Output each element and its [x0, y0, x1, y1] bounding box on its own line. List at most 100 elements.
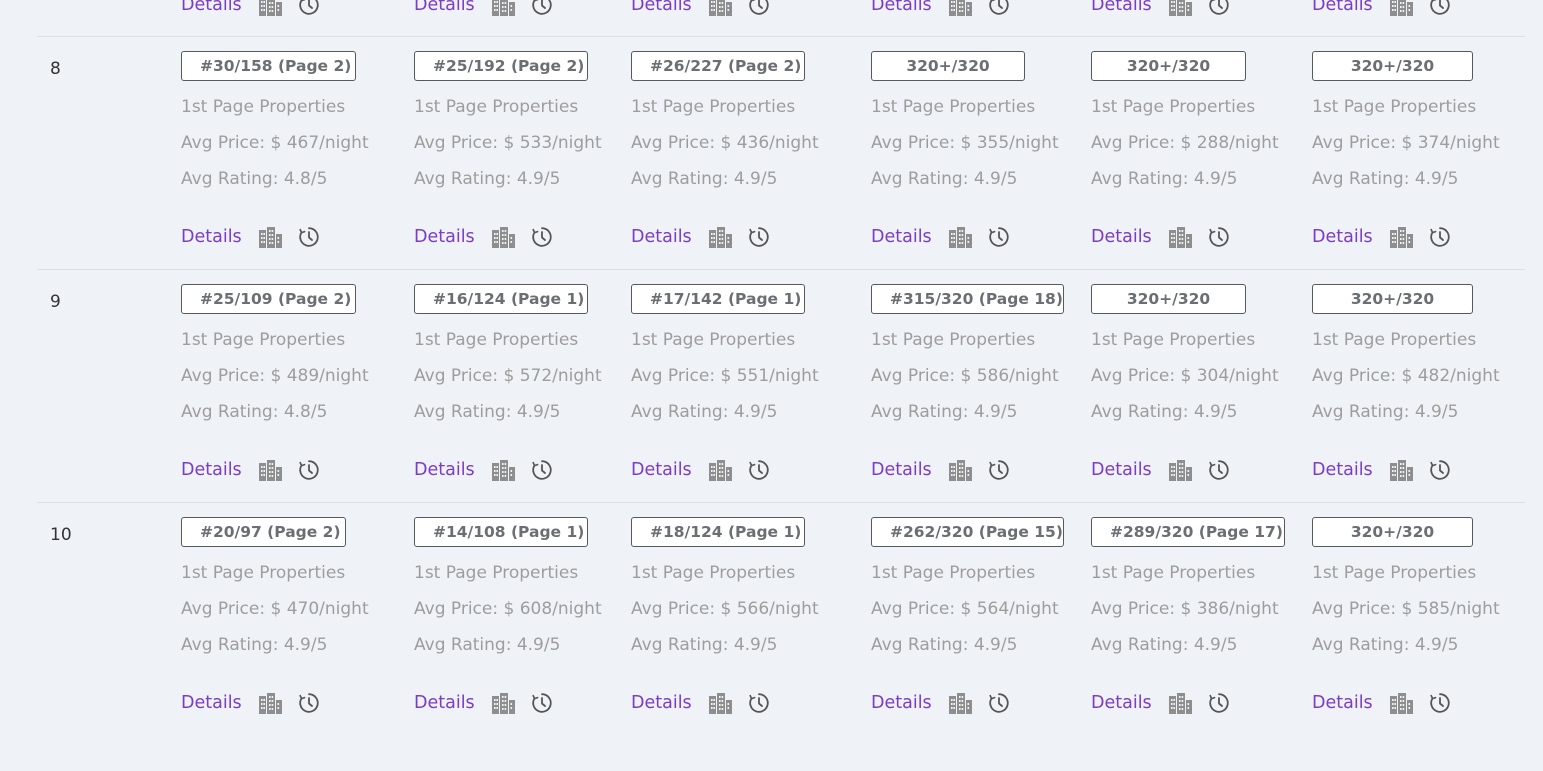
clock-history-icon[interactable] — [1208, 459, 1230, 481]
clock-history-icon[interactable] — [1208, 0, 1230, 16]
rank-position-badge[interactable]: 320+/320 — [871, 51, 1025, 81]
clock-history-icon[interactable] — [988, 0, 1010, 16]
rank-position-badge[interactable]: #18/124 (Page 1) — [631, 517, 805, 547]
building-icon[interactable] — [1168, 226, 1192, 248]
details-link[interactable]: Details — [181, 693, 242, 713]
clock-history-icon[interactable] — [1429, 459, 1451, 481]
first-page-properties-label[interactable]: 1st Page Properties — [181, 563, 345, 583]
building-icon[interactable] — [948, 0, 972, 16]
details-link[interactable]: Details — [414, 460, 475, 480]
building-icon[interactable] — [491, 692, 515, 714]
details-link[interactable]: Details — [414, 0, 475, 15]
clock-history-icon[interactable] — [531, 692, 553, 714]
building-icon[interactable] — [708, 226, 732, 248]
first-page-properties-label[interactable]: 1st Page Properties — [1091, 97, 1255, 117]
building-icon[interactable] — [258, 226, 282, 248]
first-page-properties-label[interactable]: 1st Page Properties — [871, 330, 1035, 350]
building-icon[interactable] — [1168, 0, 1192, 16]
details-link[interactable]: Details — [1091, 460, 1152, 480]
clock-history-icon[interactable] — [748, 226, 770, 248]
clock-history-icon[interactable] — [531, 226, 553, 248]
first-page-properties-label[interactable]: 1st Page Properties — [1312, 97, 1476, 117]
clock-history-icon[interactable] — [988, 692, 1010, 714]
clock-history-icon[interactable] — [298, 692, 320, 714]
rank-position-badge[interactable]: #25/192 (Page 2) — [414, 51, 588, 81]
clock-history-icon[interactable] — [1208, 226, 1230, 248]
building-icon[interactable] — [258, 692, 282, 714]
clock-history-icon[interactable] — [748, 692, 770, 714]
details-link[interactable]: Details — [181, 227, 242, 247]
building-icon[interactable] — [1168, 459, 1192, 481]
first-page-properties-label[interactable]: 1st Page Properties — [181, 97, 345, 117]
building-icon[interactable] — [948, 459, 972, 481]
rank-position-badge[interactable]: 320+/320 — [1091, 284, 1246, 314]
details-link[interactable]: Details — [181, 460, 242, 480]
first-page-properties-label[interactable]: 1st Page Properties — [414, 330, 578, 350]
details-link[interactable]: Details — [631, 0, 692, 15]
first-page-properties-label[interactable]: 1st Page Properties — [1091, 330, 1255, 350]
first-page-properties-label[interactable]: 1st Page Properties — [1091, 563, 1255, 583]
clock-history-icon[interactable] — [1429, 226, 1451, 248]
building-icon[interactable] — [258, 0, 282, 16]
clock-history-icon[interactable] — [748, 459, 770, 481]
rank-position-badge[interactable]: #30/158 (Page 2) — [181, 51, 356, 81]
clock-history-icon[interactable] — [531, 0, 553, 16]
details-link[interactable]: Details — [1091, 227, 1152, 247]
details-link[interactable]: Details — [1091, 0, 1152, 15]
first-page-properties-label[interactable]: 1st Page Properties — [871, 97, 1035, 117]
building-icon[interactable] — [1389, 692, 1413, 714]
clock-history-icon[interactable] — [988, 459, 1010, 481]
clock-history-icon[interactable] — [1429, 692, 1451, 714]
clock-history-icon[interactable] — [298, 226, 320, 248]
rank-position-badge[interactable]: #25/109 (Page 2) — [181, 284, 356, 314]
details-link[interactable]: Details — [1312, 693, 1373, 713]
details-link[interactable]: Details — [871, 0, 932, 15]
rank-position-badge[interactable]: #14/108 (Page 1) — [414, 517, 588, 547]
details-link[interactable]: Details — [414, 693, 475, 713]
rank-position-badge[interactable]: 320+/320 — [1312, 51, 1473, 81]
details-link[interactable]: Details — [871, 693, 932, 713]
details-link[interactable]: Details — [871, 460, 932, 480]
first-page-properties-label[interactable]: 1st Page Properties — [631, 330, 795, 350]
first-page-properties-label[interactable]: 1st Page Properties — [631, 97, 795, 117]
rank-position-badge[interactable]: #262/320 (Page 15) — [871, 517, 1064, 547]
building-icon[interactable] — [1389, 0, 1413, 16]
first-page-properties-label[interactable]: 1st Page Properties — [414, 97, 578, 117]
building-icon[interactable] — [708, 459, 732, 481]
rank-position-badge[interactable]: 320+/320 — [1312, 517, 1473, 547]
details-link[interactable]: Details — [181, 0, 242, 15]
rank-position-badge[interactable]: #26/227 (Page 2) — [631, 51, 805, 81]
building-icon[interactable] — [258, 459, 282, 481]
details-link[interactable]: Details — [631, 460, 692, 480]
details-link[interactable]: Details — [871, 227, 932, 247]
details-link[interactable]: Details — [631, 693, 692, 713]
first-page-properties-label[interactable]: 1st Page Properties — [181, 330, 345, 350]
details-link[interactable]: Details — [1312, 227, 1373, 247]
details-link[interactable]: Details — [414, 227, 475, 247]
details-link[interactable]: Details — [1312, 0, 1373, 15]
first-page-properties-label[interactable]: 1st Page Properties — [1312, 563, 1476, 583]
building-icon[interactable] — [948, 226, 972, 248]
building-icon[interactable] — [491, 459, 515, 481]
rank-position-badge[interactable]: #315/320 (Page 18) — [871, 284, 1064, 314]
building-icon[interactable] — [1389, 459, 1413, 481]
clock-history-icon[interactable] — [988, 226, 1010, 248]
building-icon[interactable] — [708, 692, 732, 714]
clock-history-icon[interactable] — [298, 0, 320, 16]
clock-history-icon[interactable] — [748, 0, 770, 16]
rank-position-badge[interactable]: 320+/320 — [1091, 51, 1246, 81]
clock-history-icon[interactable] — [298, 459, 320, 481]
details-link[interactable]: Details — [1091, 693, 1152, 713]
building-icon[interactable] — [1168, 692, 1192, 714]
building-icon[interactable] — [708, 0, 732, 16]
building-icon[interactable] — [1389, 226, 1413, 248]
rank-position-badge[interactable]: #16/124 (Page 1) — [414, 284, 588, 314]
clock-history-icon[interactable] — [531, 459, 553, 481]
rank-position-badge[interactable]: #20/97 (Page 2) — [181, 517, 346, 547]
building-icon[interactable] — [491, 226, 515, 248]
first-page-properties-label[interactable]: 1st Page Properties — [631, 563, 795, 583]
details-link[interactable]: Details — [631, 227, 692, 247]
building-icon[interactable] — [948, 692, 972, 714]
first-page-properties-label[interactable]: 1st Page Properties — [414, 563, 578, 583]
rank-position-badge[interactable]: #17/142 (Page 1) — [631, 284, 805, 314]
